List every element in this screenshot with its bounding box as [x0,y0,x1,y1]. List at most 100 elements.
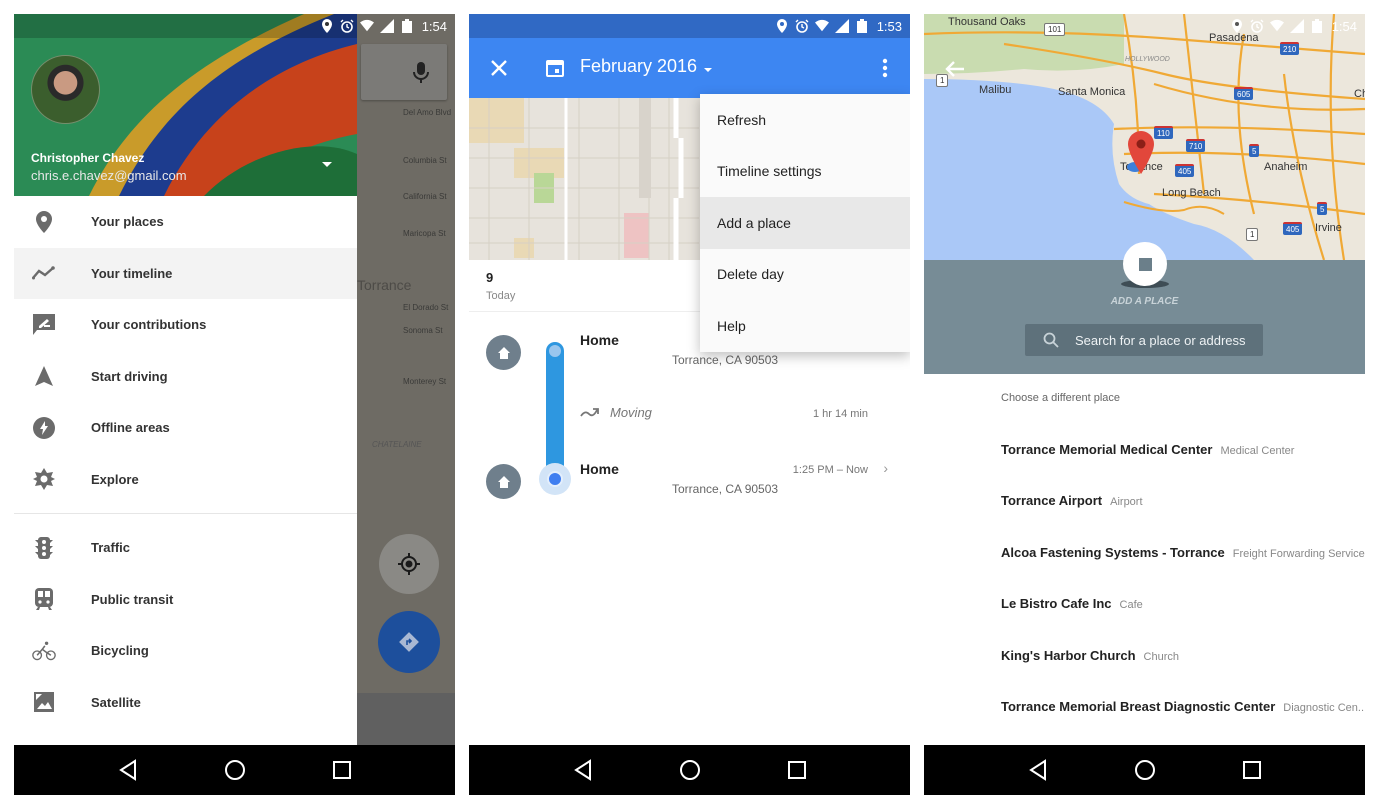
location-status-icon [321,19,332,33]
back-arrow-icon[interactable] [944,58,966,80]
drawer-item-public-transit[interactable]: Public transit [14,574,357,626]
map-background[interactable]: Del Amo Blvd Columbia St California St M… [357,14,455,745]
alarm-status-icon [795,19,809,33]
map-bottom-strip [357,693,455,745]
drawer-item-your-contributions[interactable]: Your contributions [14,299,357,351]
place-search-input[interactable] [1075,332,1255,348]
moving-trend-icon [580,407,599,417]
map-pin-icon[interactable] [1127,131,1155,177]
highway-shield: 405 [1283,222,1303,235]
highway-shield: 5 [1249,144,1260,157]
highway-shield: 1 [1246,228,1259,241]
chevron-right-icon[interactable]: › [883,460,888,476]
drawer-item-label: Your contributions [91,317,207,333]
place-pin-icon [32,210,56,234]
month-dropdown-caret-icon[interactable] [704,68,712,72]
menu-item-help[interactable]: Help [700,300,910,352]
timeline-icon [32,261,56,285]
offline-bolt-icon [32,416,56,440]
back-nav-icon[interactable] [571,758,595,782]
more-options-icon[interactable] [882,58,888,78]
highway-shield: 605 [1234,87,1254,100]
contributions-icon [32,313,56,337]
drawer-item-satellite[interactable]: Satellite [14,677,357,729]
place-list-item[interactable]: Torrance Airport Airport [1001,493,1143,508]
timeline-moving-segment[interactable]: Moving [580,405,652,420]
menu-item-refresh[interactable]: Refresh [700,94,910,146]
recents-nav-icon[interactable] [330,758,354,782]
highway-shield: 710 [1186,139,1206,152]
menu-item-timeline-settings[interactable]: Timeline settings [700,146,910,198]
stop-button[interactable] [1123,242,1167,286]
my-location-button[interactable] [379,534,439,594]
account-switcher-caret-icon[interactable] [322,162,332,167]
alarm-status-icon [340,19,354,33]
map-label: El Dorado St [403,303,449,312]
drawer-item-bicycling[interactable]: Bicycling [14,625,357,677]
home-nav-icon[interactable] [223,758,247,782]
account-header[interactable]: Christopher Chavez chris.e.chavez@gmail.… [14,14,357,196]
cell-signal-icon [1289,19,1304,33]
map-label: Irvine [1315,222,1342,234]
stop-title: Home [580,332,619,348]
search-icon [1043,332,1059,348]
navigation-drawer: Christopher Chavez chris.e.chavez@gmail.… [14,14,357,745]
calendar-icon[interactable] [545,58,565,78]
list-heading: Choose a different place [1001,392,1121,404]
home-nav-icon[interactable] [678,758,702,782]
drawer-item-label: Start driving [91,368,168,384]
wifi-status-icon [814,19,829,32]
drawer-item-traffic[interactable]: Traffic [14,522,357,574]
place-type: Medical Center [1220,445,1295,457]
timeline-month-title[interactable]: February 2016 [580,56,697,77]
place-list-item[interactable]: Le Bistro Cafe Inc Cafe [1001,596,1143,611]
map-label: Del Amo Blvd [403,108,452,117]
back-nav-icon[interactable] [116,758,140,782]
add-place-map[interactable]: Thousand Oaks Pasadena HOLLYWOOD Malibu … [924,14,1365,260]
place-list-item[interactable]: King's Harbor Church Church [1001,648,1179,663]
drawer-item-your-places[interactable]: Your places [14,196,357,248]
place-list-item[interactable]: Torrance Memorial Breast Diagnostic Cent… [1001,699,1365,714]
map-label: California St [403,192,447,201]
avatar[interactable] [31,55,100,124]
place-list-item[interactable]: Alcoa Fastening Systems - Torrance Freig… [1001,545,1365,560]
directions-button[interactable] [378,611,440,673]
place-list-item[interactable]: Torrance Memorial Medical Center Medical… [1001,442,1294,457]
home-place-icon [486,464,521,499]
recents-nav-icon[interactable] [785,758,809,782]
drawer-item-label: Public transit [91,591,174,607]
drawer-item-start-driving[interactable]: Start driving [14,351,357,403]
drawer-item-your-timeline[interactable]: Your timeline [14,247,357,299]
place-name: King's Harbor Church [1001,648,1136,663]
status-time: 1:53 [876,18,902,34]
menu-item-add-a-place[interactable]: Add a place [700,197,910,249]
microphone-icon[interactable] [413,62,429,84]
place-name: Torrance Memorial Breast Diagnostic Cent… [1001,699,1276,714]
status-bar: 1:54 [924,14,1365,38]
place-name: Torrance Memorial Medical Center [1001,442,1213,457]
close-icon[interactable] [487,56,511,80]
recents-nav-icon[interactable] [1240,758,1264,782]
drawer-item-label: Traffic [91,540,131,556]
home-nav-icon[interactable] [1133,758,1157,782]
place-type: Airport [1110,496,1143,508]
search-box[interactable] [361,44,447,100]
phone-screen-timeline: February 2016 9 Today Home Torrance, CA … [469,14,910,795]
place-type: Cafe [1119,599,1143,611]
back-nav-icon[interactable] [1026,758,1050,782]
app-bar: February 2016 [469,38,910,98]
directions-icon [399,632,419,652]
account-name: Christopher Chavez [31,151,145,165]
map-label: Long Beach [1162,187,1221,199]
moving-label: Moving [610,405,652,420]
drawer-item-explore[interactable]: Explore [14,454,357,506]
menu-item-delete-day[interactable]: Delete day [700,249,910,301]
drawer-item-offline-areas[interactable]: Offline areas [14,402,357,454]
highway-shield: 405 [1175,164,1195,177]
phone-screen-drawer: Del Amo Blvd Columbia St California St M… [14,14,455,795]
battery-icon [1311,19,1322,33]
stop-title: Home [580,461,619,477]
place-search-box[interactable] [1025,324,1263,356]
day-number: 9 [486,270,494,285]
drawer-item-label: Your places [91,214,164,230]
